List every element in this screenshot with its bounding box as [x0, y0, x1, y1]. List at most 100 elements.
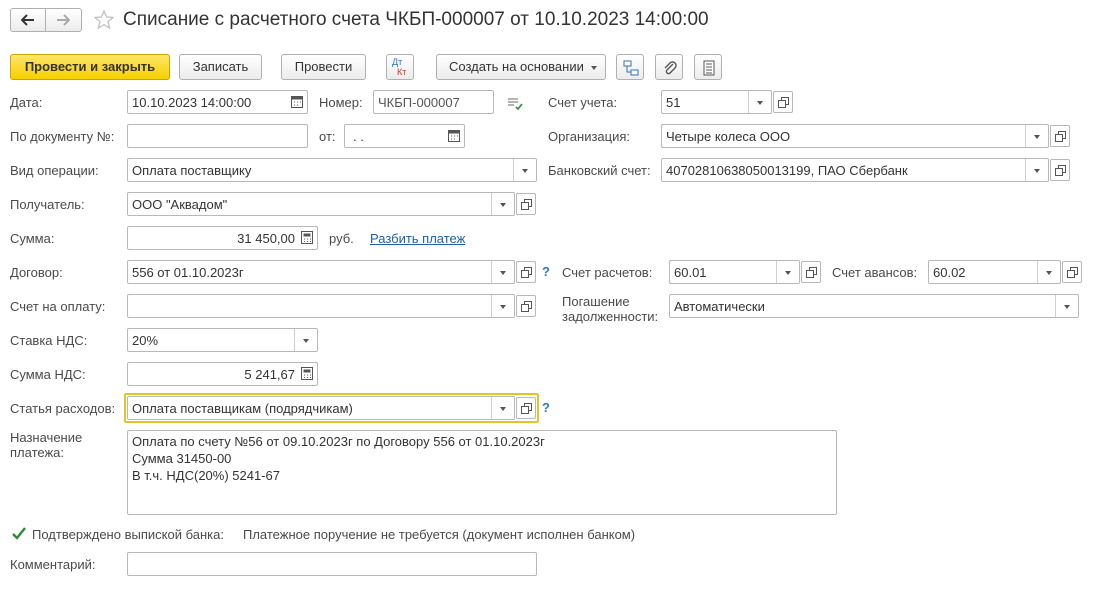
currency-label: руб. [329, 231, 354, 246]
post-button[interactable]: Провести [281, 54, 366, 80]
save-button[interactable]: Записать [179, 54, 262, 80]
chevron-down-icon[interactable] [491, 295, 514, 317]
operation-label: Вид операции: [10, 163, 99, 178]
advance-account-open-button[interactable] [1062, 261, 1082, 283]
settlement-account-field[interactable]: 60.01 [669, 260, 800, 284]
open-window-icon [778, 97, 789, 108]
chevron-down-icon [591, 66, 597, 70]
account-label: Счет учета: [548, 95, 618, 110]
chevron-down-icon[interactable] [513, 159, 536, 181]
bank-account-label: Банковский счет: [548, 163, 651, 178]
number-edit-icon[interactable] [507, 96, 523, 110]
page-title: Списание с расчетного счета ЧКБП-000007 … [123, 9, 709, 30]
number-label: Номер: [319, 95, 363, 110]
bank-account-field[interactable]: 40702810638050013199, ПАО Сбербанк [661, 158, 1049, 182]
expense-item-field[interactable]: Оплата поставщикам (подрядчикам) [127, 396, 515, 420]
recipient-field[interactable]: ООО "Аквадом" [127, 192, 515, 216]
invoice-open-button[interactable] [516, 295, 536, 317]
bank-account-open-button[interactable] [1050, 159, 1070, 181]
date-field[interactable]: 10.10.2023 14:00:00 [127, 90, 308, 114]
bank-confirmed-label[interactable]: Подтверждено выпиской банка: [32, 527, 224, 543]
purpose-textarea[interactable]: Оплата по счету №56 от 09.10.2023г по До… [127, 430, 837, 515]
post-and-close-button[interactable]: Провести и закрыть [10, 54, 170, 80]
amount-label: Сумма: [10, 231, 55, 246]
amount-field[interactable]: 31 450,00 [127, 226, 318, 250]
repayment-field[interactable]: Автоматически [669, 294, 1079, 318]
purpose-label-line1: Назначение [10, 430, 83, 445]
chevron-down-icon[interactable] [1025, 159, 1048, 181]
report-button[interactable] [694, 54, 722, 80]
attach-button[interactable] [655, 54, 683, 80]
advance-account-field[interactable]: 60.02 [928, 260, 1061, 284]
from-date-field[interactable]: . . [344, 124, 465, 148]
recipient-open-button[interactable] [516, 193, 536, 215]
open-window-icon [1055, 131, 1066, 142]
chevron-down-icon[interactable] [1055, 295, 1078, 317]
bank-confirmed-checkbox[interactable] [11, 526, 27, 542]
open-window-icon [521, 199, 532, 210]
structure-button[interactable] [616, 54, 644, 80]
split-payment-link[interactable]: Разбить платеж [370, 231, 465, 246]
expense-item-open-button[interactable] [516, 397, 536, 419]
chevron-down-icon[interactable] [1025, 125, 1048, 147]
chevron-down-icon[interactable] [1037, 261, 1060, 283]
settlement-account-open-button[interactable] [801, 261, 821, 283]
comment-field[interactable] [127, 552, 537, 576]
open-window-icon [521, 301, 532, 312]
paperclip-icon [664, 61, 677, 75]
expense-item-label: Статья расходов: [10, 401, 116, 416]
expense-item-help-icon[interactable]: ? [542, 400, 550, 415]
bank-confirmed-note: Платежное поручение не требуется (докуме… [243, 527, 636, 542]
invoice-field[interactable] [127, 294, 515, 318]
from-label: от: [319, 129, 336, 144]
document-list-icon [703, 60, 715, 76]
chevron-down-icon[interactable] [491, 193, 514, 215]
calendar-icon[interactable] [287, 91, 307, 113]
settlement-account-label: Счет расчетов: [562, 265, 653, 280]
calendar-icon[interactable] [444, 125, 464, 147]
calculator-icon[interactable] [297, 363, 317, 385]
calculator-icon[interactable] [297, 227, 317, 249]
contract-field[interactable]: 556 от 01.10.2023г [127, 260, 515, 284]
advance-account-label: Счет авансов: [832, 265, 918, 280]
recipient-label: Получатель: [10, 197, 85, 212]
organization-open-button[interactable] [1050, 125, 1070, 147]
chevron-down-icon[interactable] [491, 397, 514, 419]
account-field[interactable]: 51 [661, 90, 772, 114]
nav-back-button[interactable] [10, 8, 46, 32]
vat-rate-label: Ставка НДС: [10, 333, 88, 348]
arrow-left-icon [21, 14, 34, 26]
dt-kt-button[interactable]: Дт Кт [386, 54, 414, 80]
nav-forward-button[interactable] [46, 8, 82, 32]
doc-number-field[interactable] [127, 124, 308, 148]
vat-amount-field[interactable]: 5 241,67 [127, 362, 318, 386]
chevron-down-icon[interactable] [294, 329, 317, 351]
comment-label: Комментарий: [10, 557, 96, 572]
number-field[interactable]: ЧКБП-000007 [373, 90, 494, 114]
operation-field[interactable]: Оплата поставщику [127, 158, 537, 182]
open-window-icon [1055, 165, 1066, 176]
repayment-label-line1: Погашение [562, 294, 630, 309]
account-open-button[interactable] [773, 91, 793, 113]
chevron-down-icon[interactable] [748, 91, 771, 113]
repayment-label-line2: задолженности: [562, 309, 659, 324]
open-window-icon [521, 267, 532, 278]
star-icon[interactable] [94, 10, 114, 30]
chevron-down-icon[interactable] [491, 261, 514, 283]
contract-open-button[interactable] [516, 261, 536, 283]
chevron-down-icon[interactable] [776, 261, 799, 283]
vat-amount-label: Сумма НДС: [10, 367, 86, 382]
purpose-label-line2: платежа: [10, 445, 64, 460]
open-window-icon [521, 403, 532, 414]
vat-rate-field[interactable]: 20% [127, 328, 318, 352]
date-label: Дата: [10, 95, 43, 110]
checkmark-icon [12, 527, 26, 540]
create-based-on-button[interactable]: Создать на основании [436, 54, 606, 80]
open-window-icon [1067, 267, 1078, 278]
contract-help-icon[interactable]: ? [542, 264, 550, 279]
open-window-icon [806, 267, 817, 278]
dt-kt-icon: Дт Кт [392, 57, 407, 77]
contract-label: Договор: [10, 265, 63, 280]
invoice-label: Счет на оплату: [10, 299, 106, 314]
organization-field[interactable]: Четыре колеса ООО [661, 124, 1049, 148]
